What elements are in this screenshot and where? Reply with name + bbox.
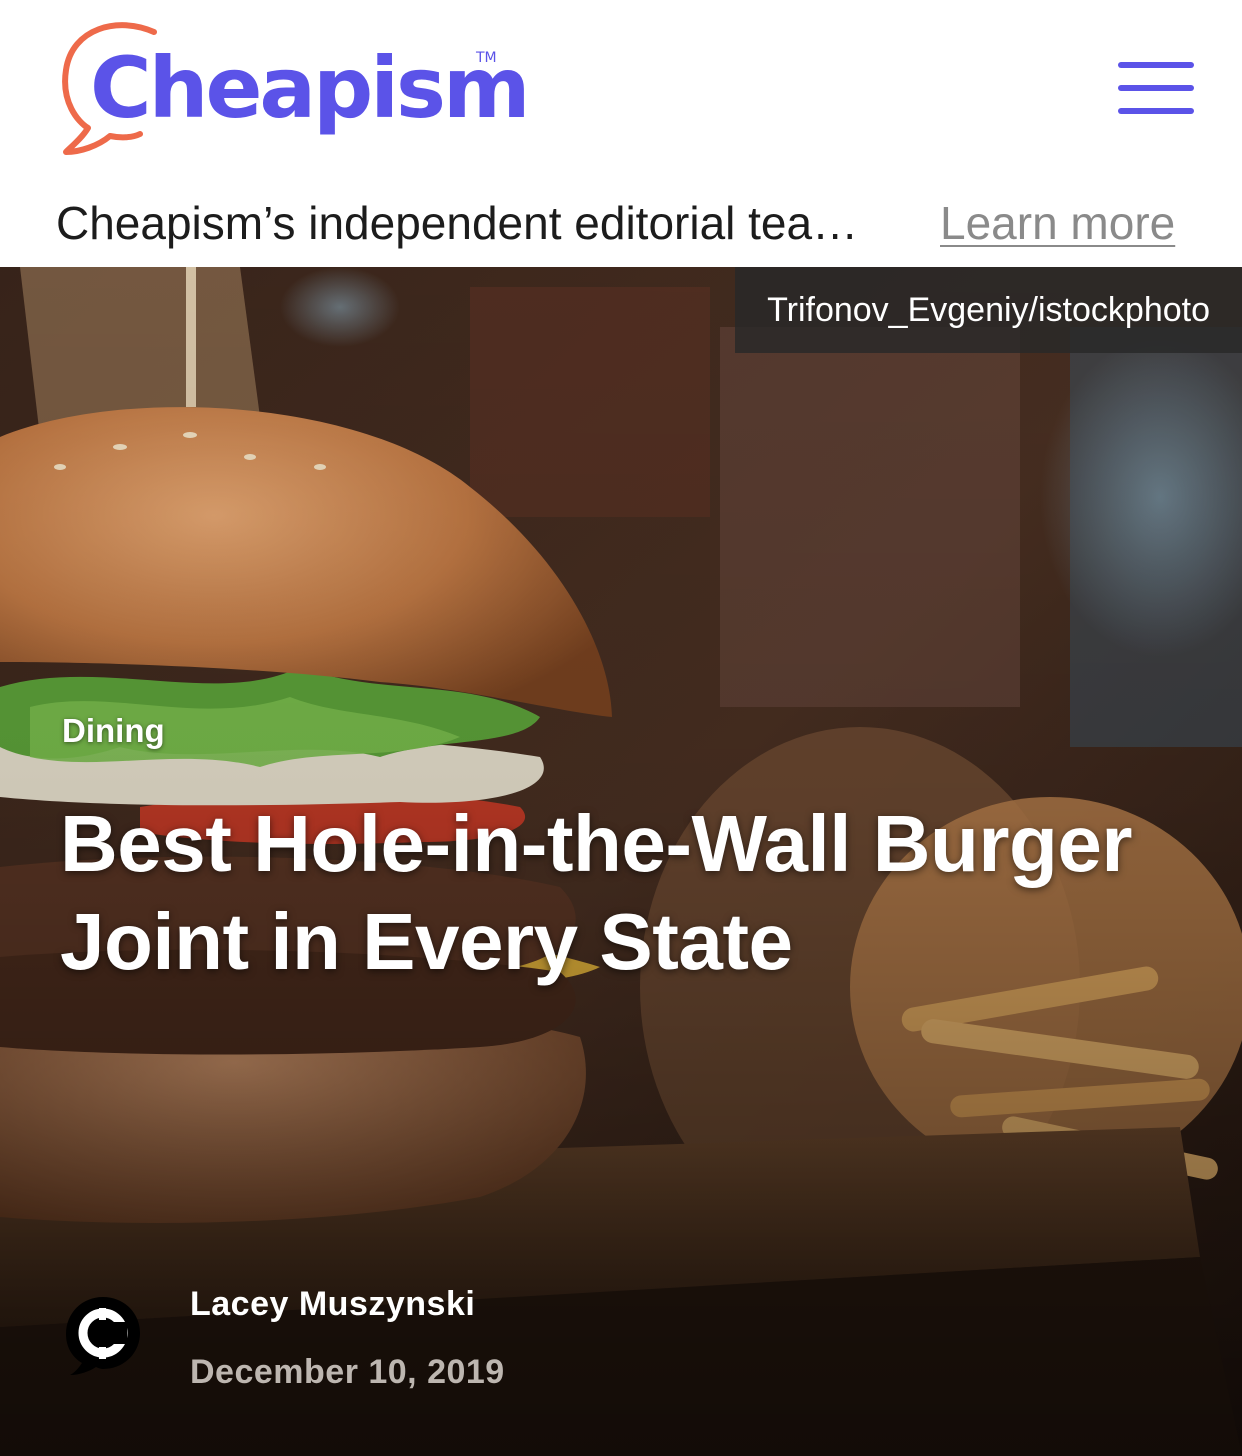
disclosure-text: Cheapism’s independent editorial tea… [56,197,859,249]
menu-line-top [1118,62,1194,68]
author-avatar-cheapism-coin-icon[interactable] [64,1295,142,1377]
site-header: Cheapism TM [0,0,1242,170]
cheapism-logo[interactable]: Cheapism TM [58,18,531,158]
publish-date: December 10, 2019 [190,1353,505,1391]
author-name-link[interactable]: Lacey Muszynski [190,1285,475,1324]
hamburger-menu-button[interactable] [1116,58,1198,118]
photo-credit: Trifonov_Evgeniy/istockphoto [735,267,1242,353]
learn-more-link[interactable]: Learn more [940,196,1175,250]
logo-wordmark: Cheapism [90,39,531,137]
menu-line-bottom [1118,108,1194,114]
category-link[interactable]: Dining [62,712,165,750]
article-hero: Trifonov_Evgeniy/istockphoto Dining Best… [0,267,1242,1456]
editorial-disclosure-bar: Cheapism’s independent editorial tea… Le… [0,178,1242,266]
trademark-symbol: TM [476,50,497,66]
menu-line-middle [1118,85,1194,91]
article-title: Best Hole-in-the-Wall Burger Joint in Ev… [60,799,1132,986]
article-page: Cheapism TM Cheapism’s independent edito… [0,0,1242,1456]
